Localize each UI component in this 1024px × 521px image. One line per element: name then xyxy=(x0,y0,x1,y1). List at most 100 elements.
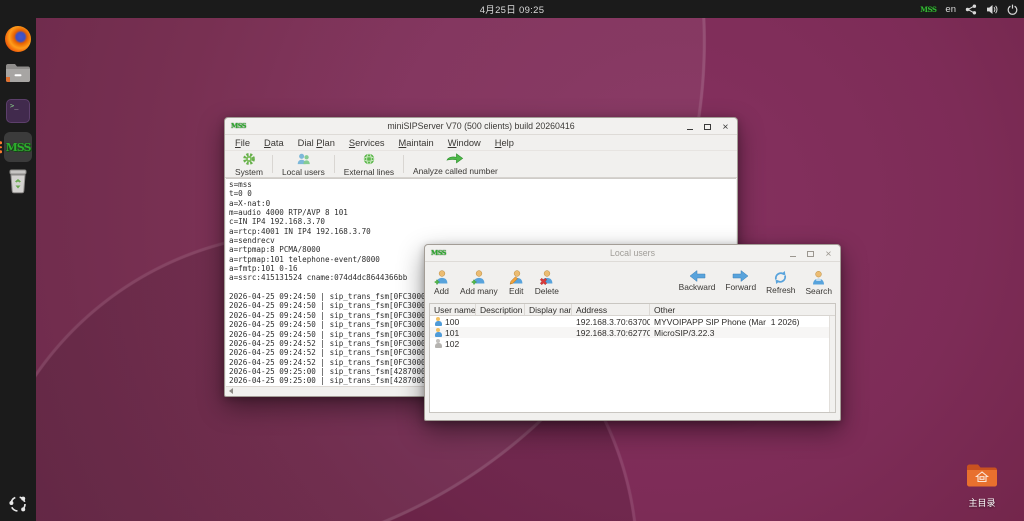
local-users-toolbar: Add Add many xyxy=(425,262,840,301)
menu-file[interactable]: File xyxy=(228,137,257,149)
column-header-address[interactable]: Address xyxy=(572,304,650,315)
analyze-called-number-button[interactable]: Analyze called number xyxy=(406,152,505,176)
local-users-window: MSS Local users × Add xyxy=(424,244,841,421)
maximize-button[interactable] xyxy=(703,121,712,133)
table-cell: 101 xyxy=(430,327,476,338)
table-row-user-102[interactable]: 102 xyxy=(430,338,835,349)
menu-services[interactable]: Services xyxy=(342,137,392,149)
delete-user-icon xyxy=(538,269,555,286)
refresh-icon xyxy=(773,270,788,285)
table-row-user-100[interactable]: 100192.168.3.70:63700MYVOIPAPP SIP Phone… xyxy=(430,316,835,327)
local-users-table: User name Description Display name Addre… xyxy=(429,303,836,413)
backward-button[interactable]: Backward xyxy=(679,270,716,292)
registered-user-icon xyxy=(434,317,442,326)
edit-user-icon xyxy=(508,269,525,286)
column-header-user-name[interactable]: User name xyxy=(430,304,476,315)
main-toolbar: System Local users xyxy=(225,150,737,178)
power-icon[interactable] xyxy=(1007,4,1018,15)
window-mss-icon: MSS xyxy=(431,249,446,257)
users-icon xyxy=(296,152,311,166)
table-cell xyxy=(525,338,572,349)
top-bar: 4月25日 09:25 MSS en xyxy=(0,0,1024,18)
minimize-button[interactable] xyxy=(788,248,797,260)
local-users-button[interactable]: Local users xyxy=(275,152,332,176)
registered-user-icon xyxy=(434,328,442,337)
minimize-button[interactable] xyxy=(685,121,694,133)
dock-item-minisipserver[interactable]: MSS xyxy=(4,133,32,161)
table-cell xyxy=(650,338,835,349)
table-cell: 192.168.3.70:62770 xyxy=(572,327,650,338)
dock-item-firefox[interactable] xyxy=(4,25,32,53)
table-vertical-scrollbar[interactable] xyxy=(829,316,835,412)
green-arrow-icon xyxy=(446,152,464,165)
globe-icon xyxy=(362,152,376,166)
file-manager-icon xyxy=(5,62,31,89)
main-window-title: miniSIPServer V70 (500 clients) build 20… xyxy=(225,121,737,131)
running-indicator-dots xyxy=(0,141,2,153)
dock-item-files[interactable] xyxy=(4,61,32,89)
add-button[interactable]: Add xyxy=(433,269,450,296)
edit-button[interactable]: Edit xyxy=(508,269,525,296)
scroll-left-arrow-icon[interactable] xyxy=(229,388,233,394)
menu-dial-plan[interactable]: Dial Plan xyxy=(291,137,342,149)
delete-button[interactable]: Delete xyxy=(535,269,559,296)
menu-maintain[interactable]: Maintain xyxy=(392,137,441,149)
show-applications-button[interactable] xyxy=(0,494,36,514)
toolbar-right-group: Backward Forward xyxy=(679,270,832,296)
home-folder-desktop-icon[interactable]: 主目录 xyxy=(956,461,1008,509)
menu-help[interactable]: Help xyxy=(488,137,521,149)
minisipserver-icon: MSS xyxy=(4,132,32,162)
add-many-users-icon xyxy=(470,269,487,286)
close-button[interactable]: × xyxy=(824,248,833,260)
table-cell xyxy=(572,338,650,349)
search-button[interactable]: Search xyxy=(805,270,832,296)
mss-tray-icon[interactable]: MSS xyxy=(920,5,936,14)
volume-icon[interactable] xyxy=(986,4,998,15)
terminal-icon: >_ xyxy=(6,99,30,123)
window-mss-icon: MSS xyxy=(231,122,246,130)
gear-icon xyxy=(242,152,256,166)
forward-button[interactable]: Forward xyxy=(725,270,756,292)
maximize-button[interactable] xyxy=(806,248,815,260)
table-row-user-101[interactable]: 101 192.168.3.70:62770MicroSIP/3.22.3 xyxy=(430,327,835,338)
clock[interactable]: 4月25日 09:25 xyxy=(480,2,545,16)
table-cell: MicroSIP/3.22.3 xyxy=(650,327,835,338)
table-cell xyxy=(476,327,525,338)
main-title-bar[interactable]: MSS miniSIPServer V70 (500 clients) buil… xyxy=(225,118,737,135)
desktop: 4月25日 09:25 MSS en xyxy=(0,0,1024,521)
external-lines-button[interactable]: External lines xyxy=(337,152,401,176)
close-button[interactable]: × xyxy=(721,121,730,133)
local-users-window-title: Local users xyxy=(425,248,840,258)
toolbar-left-group: Add Add many xyxy=(433,269,559,296)
dock-item-trash[interactable] xyxy=(4,169,32,197)
toolbar-separator xyxy=(334,155,335,173)
toolbar-separator xyxy=(272,155,273,173)
table-cell xyxy=(476,316,525,327)
system-button[interactable]: System xyxy=(228,152,270,176)
add-many-button[interactable]: Add many xyxy=(460,269,498,296)
forward-arrow-icon xyxy=(732,270,749,282)
column-header-description[interactable]: Description xyxy=(476,304,525,315)
table-cell: 192.168.3.70:63700 xyxy=(572,316,650,327)
network-share-icon[interactable] xyxy=(965,4,977,15)
home-folder-icon xyxy=(965,461,999,494)
local-users-title-bar[interactable]: MSS Local users × xyxy=(425,245,840,262)
dock: >_ MSS xyxy=(0,18,36,521)
main-window-controls: × xyxy=(685,118,730,135)
table-cell xyxy=(525,327,572,338)
column-header-other[interactable]: Other xyxy=(650,304,835,315)
menu-bar: FileDataDial PlanServicesMaintainWindowH… xyxy=(225,135,737,150)
table-cell xyxy=(476,338,525,349)
dock-item-terminal[interactable]: >_ xyxy=(4,97,32,125)
local-users-window-controls: × xyxy=(788,245,833,262)
refresh-button[interactable]: Refresh xyxy=(766,270,795,295)
table-cell: 100 xyxy=(430,316,476,327)
column-header-display-name[interactable]: Display name xyxy=(525,304,572,315)
menu-data[interactable]: Data xyxy=(257,137,291,149)
firefox-icon xyxy=(5,26,31,52)
table-body: 100192.168.3.70:63700MYVOIPAPP SIP Phone… xyxy=(430,316,835,349)
menu-window[interactable]: Window xyxy=(441,137,488,149)
keyboard-layout-indicator[interactable]: en xyxy=(945,4,956,15)
table-cell xyxy=(525,316,572,327)
unregistered-user-icon xyxy=(434,339,442,348)
